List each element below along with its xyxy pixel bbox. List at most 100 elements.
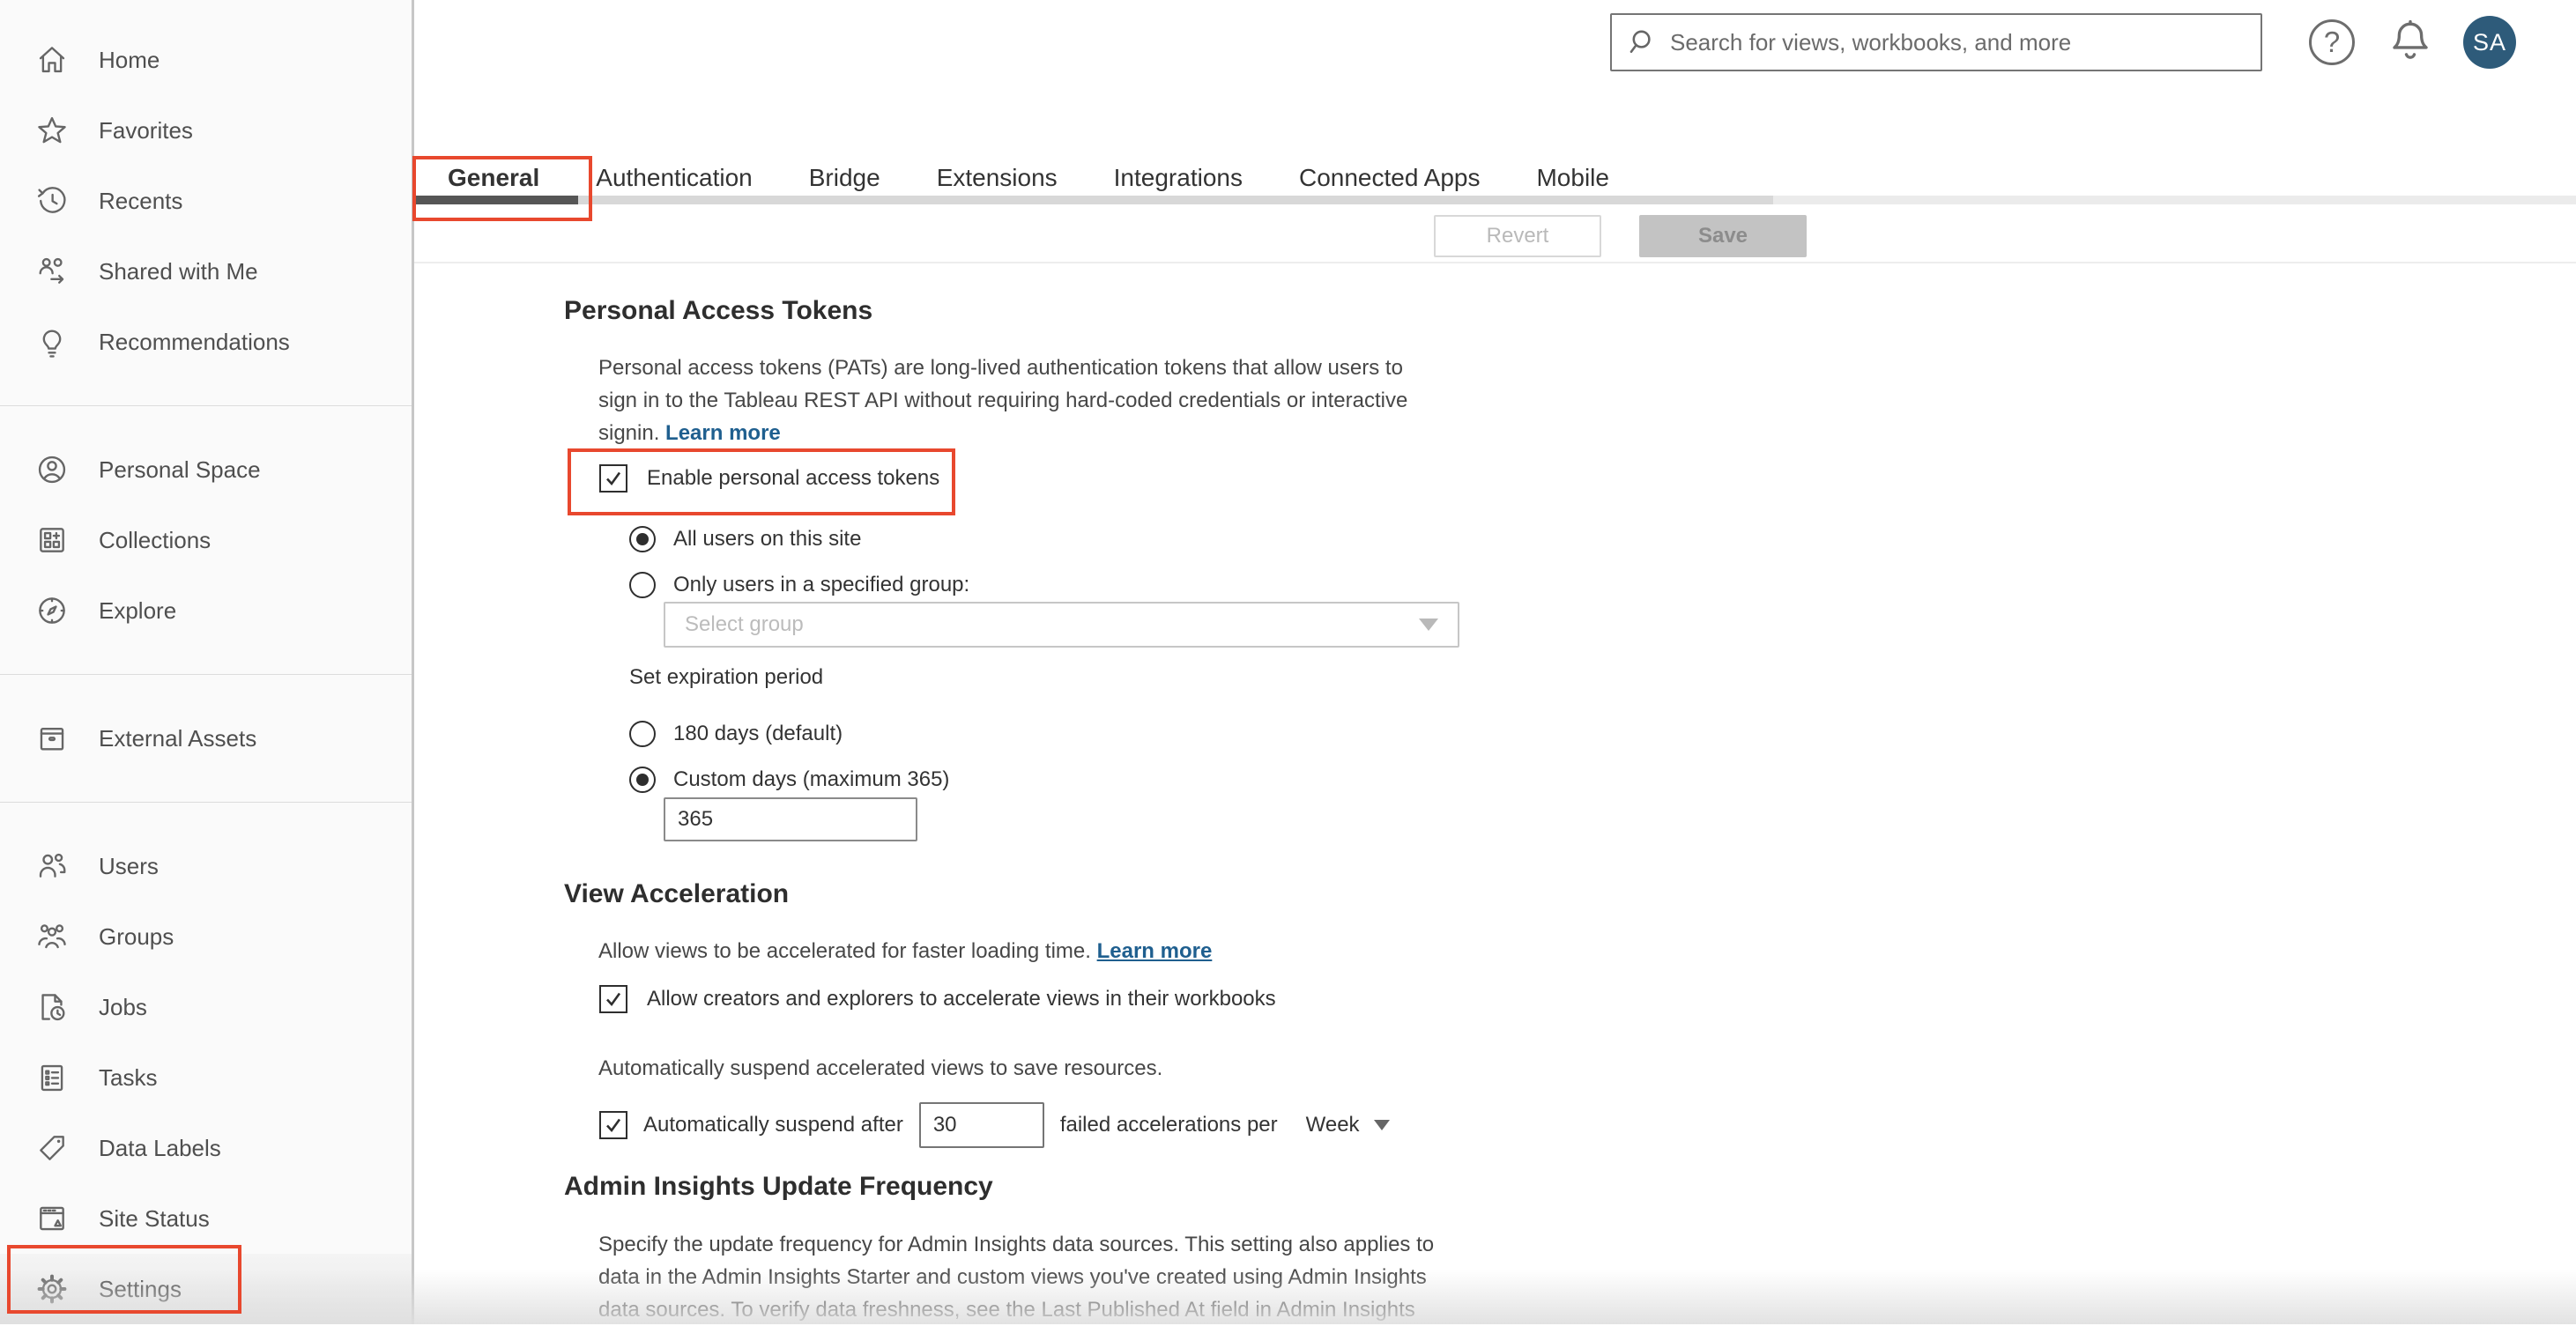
sidebar-item-home[interactable]: Home [0, 25, 412, 95]
enable-pat-label: Enable personal access tokens [647, 466, 940, 490]
pat-group-row: Only users in a specified group: [629, 572, 969, 598]
auto-suspend-prefix-label: Automatically suspend after [643, 1113, 903, 1137]
sidebar-item-tasks[interactable]: Tasks [0, 1042, 412, 1113]
sidebar-item-favorites[interactable]: Favorites [0, 95, 412, 166]
sidebar-item-jobs[interactable]: Jobs [0, 972, 412, 1042]
site-status-icon [40, 1206, 64, 1231]
tab-authentication[interactable]: Authentication [596, 157, 752, 199]
help-button[interactable]: ? [2309, 19, 2355, 65]
pat-learn-more-link[interactable]: Learn more [665, 421, 781, 445]
pat-all-users-row: All users on this site [629, 526, 861, 552]
sidebar-item-label: Home [99, 46, 160, 73]
checkmark-icon [606, 992, 621, 1007]
sidebar-item-label: Recommendations [99, 328, 290, 355]
sidebar-divider [0, 405, 412, 406]
allow-acceleration-row: Allow creators and explorers to accelera… [599, 985, 1276, 1013]
sidebar-item-shared-with-me[interactable]: Shared with Me [0, 236, 412, 307]
save-button[interactable]: Save [1639, 215, 1807, 257]
sidebar-item-site-status[interactable]: Site Status [0, 1183, 412, 1254]
sidebar-item-label: Users [99, 852, 159, 879]
view-acceleration-description-text: Allow views to be accelerated for faster… [598, 939, 1091, 963]
sidebar-item-recommendations[interactable]: Recommendations [0, 307, 412, 377]
search-input[interactable] [1670, 28, 2245, 56]
lightbulb-icon [42, 330, 62, 358]
star-icon [38, 116, 66, 144]
checkmark-icon [606, 471, 621, 486]
sidebar-item-label: Favorites [99, 116, 193, 144]
home-icon [39, 47, 65, 73]
days-180-label: 180 days (default) [673, 722, 843, 745]
sidebar-item-recents[interactable]: Recents [0, 166, 412, 236]
settings-tab-bar: General Authentication Bridge Extensions… [448, 157, 1666, 199]
sidebar-item-external-assets[interactable]: External Assets [0, 703, 412, 774]
sidebar-item-explore[interactable]: Explore [0, 575, 412, 646]
chevron-down-icon [1419, 619, 1438, 631]
custom-days-input[interactable] [664, 797, 917, 841]
select-group-placeholder: Select group [685, 612, 804, 636]
person-circle-icon [38, 456, 66, 484]
global-search [1610, 13, 2262, 71]
sidebar-item-data-labels[interactable]: Data Labels [0, 1113, 412, 1183]
pat-description: Personal access tokens (PATs) are long-l… [598, 352, 1436, 449]
specified-group-radio[interactable] [629, 572, 656, 598]
auto-suspend-row: Automatically suspend after failed accel… [599, 1101, 1390, 1149]
view-acceleration-title: View Acceleration [564, 879, 790, 908]
pat-section-title: Personal Access Tokens [564, 296, 873, 325]
sidebar-item-label: Personal Space [99, 456, 261, 483]
chevron-down-icon [1373, 1120, 1390, 1130]
sidebar-item-collections[interactable]: Collections [0, 505, 412, 575]
sidebar-item-personal-space[interactable]: Personal Space [0, 434, 412, 505]
sidebar-item-label: Tasks [99, 1063, 158, 1091]
enable-pat-checkbox[interactable] [599, 464, 627, 493]
admin-insights-title: Admin Insights Update Frequency [564, 1172, 993, 1201]
sidebar-item-groups[interactable]: Groups [0, 901, 412, 972]
users-icon [39, 853, 66, 878]
sidebar: Home Favorites Recents Shared with Me Re… [0, 0, 414, 1324]
sidebar-item-label: Jobs [99, 993, 147, 1020]
auto-suspend-suffix-label: failed accelerations per [1059, 1113, 1278, 1137]
admin-insights-description: Specify the update frequency for Admin I… [598, 1233, 1435, 1322]
checkmark-icon [606, 1118, 621, 1133]
tab-mobile[interactable]: Mobile [1536, 157, 1608, 199]
allow-acceleration-checkbox[interactable] [599, 985, 627, 1013]
specified-group-label: Only users in a specified group: [673, 573, 970, 596]
notifications-button[interactable] [2387, 18, 2434, 70]
custom-days-radio[interactable] [629, 767, 656, 793]
failed-accelerations-input[interactable] [918, 1102, 1044, 1148]
view-acceleration-description: Allow views to be accelerated for faster… [598, 935, 1568, 967]
tab-extensions[interactable]: Extensions [937, 157, 1058, 199]
all-users-label: All users on this site [673, 527, 862, 551]
jobs-icon [41, 994, 65, 1021]
tab-bridge[interactable]: Bridge [809, 157, 880, 199]
custom-days-label: Custom days (maximum 365) [673, 767, 950, 791]
enable-pat-row: Enable personal access tokens [599, 464, 939, 493]
tasks-icon [41, 1064, 63, 1092]
select-group-dropdown[interactable]: Select group [664, 602, 1459, 648]
suspend-period-dropdown[interactable]: Week [1306, 1113, 1390, 1137]
view-acceleration-learn-more-link[interactable]: Learn more [1097, 939, 1213, 963]
sidebar-item-settings[interactable]: Settings [0, 1254, 412, 1324]
tag-icon [40, 1136, 64, 1160]
bell-icon [2393, 19, 2428, 59]
tab-connected-apps[interactable]: Connected Apps [1299, 157, 1481, 199]
sidebar-item-label: Collections [99, 526, 212, 553]
sidebar-item-label: Groups [99, 922, 174, 950]
recents-clock-icon [37, 187, 66, 213]
revert-button[interactable]: Revert [1434, 215, 1601, 257]
days-180-radio[interactable] [629, 721, 656, 747]
user-avatar[interactable]: SA [2463, 16, 2516, 69]
auto-suspend-checkbox[interactable] [599, 1111, 627, 1139]
compass-icon [39, 597, 65, 624]
shared-with-me-icon [39, 257, 64, 284]
sidebar-item-users[interactable]: Users [0, 831, 412, 901]
all-users-radio[interactable] [629, 526, 656, 552]
sidebar-item-label: External Assets [99, 724, 257, 752]
expiration-period-label: Set expiration period [629, 665, 824, 689]
sidebar-item-label: Site Status [99, 1204, 210, 1232]
allow-acceleration-label: Allow creators and explorers to accelera… [647, 987, 1276, 1011]
tab-general[interactable]: General [448, 157, 539, 199]
tab-integrations[interactable]: Integrations [1114, 157, 1243, 199]
suspend-period-value: Week [1305, 1113, 1360, 1137]
sidebar-divider [0, 674, 412, 675]
header-content-divider [414, 262, 2576, 263]
